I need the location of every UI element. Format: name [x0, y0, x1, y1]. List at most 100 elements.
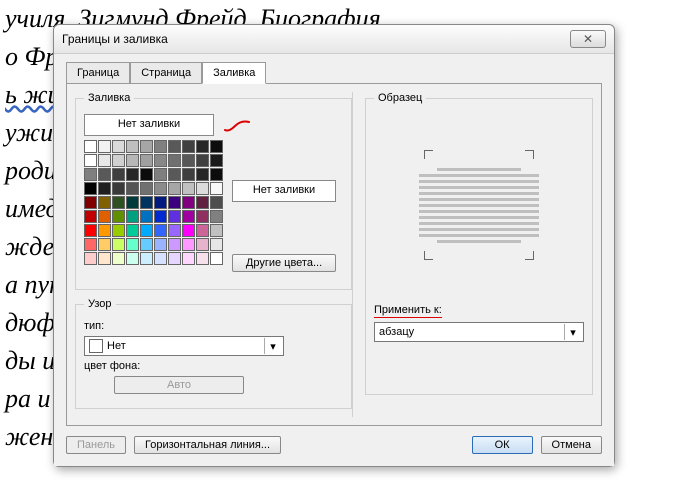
color-swatch[interactable]	[112, 252, 125, 265]
color-swatch[interactable]	[140, 168, 153, 181]
color-swatch[interactable]	[154, 154, 167, 167]
color-swatch[interactable]	[98, 252, 111, 265]
color-swatch[interactable]	[126, 154, 139, 167]
cancel-button[interactable]: Отмена	[541, 436, 602, 454]
color-swatch[interactable]	[196, 140, 209, 153]
color-swatch[interactable]	[98, 238, 111, 251]
color-swatch[interactable]	[168, 168, 181, 181]
color-swatch[interactable]	[168, 140, 181, 153]
color-swatch[interactable]	[112, 182, 125, 195]
more-colors-button[interactable]: Другие цвета...	[232, 254, 336, 272]
color-swatch[interactable]	[140, 224, 153, 237]
color-swatch[interactable]	[210, 154, 223, 167]
color-swatch[interactable]	[196, 182, 209, 195]
color-swatch[interactable]	[112, 196, 125, 209]
apply-to-select[interactable]: абзацу ▾	[374, 322, 584, 342]
color-swatch[interactable]	[98, 140, 111, 153]
color-swatch[interactable]	[140, 140, 153, 153]
color-swatch[interactable]	[168, 182, 181, 195]
color-swatch[interactable]	[84, 168, 97, 181]
pattern-type-select[interactable]: Нет ▾	[84, 336, 284, 356]
color-swatch[interactable]	[112, 140, 125, 153]
color-swatch[interactable]	[168, 210, 181, 223]
color-swatch[interactable]	[154, 168, 167, 181]
color-swatch[interactable]	[196, 210, 209, 223]
color-swatch[interactable]	[196, 196, 209, 209]
color-swatch[interactable]	[210, 182, 223, 195]
color-swatch[interactable]	[98, 210, 111, 223]
color-swatch[interactable]	[140, 154, 153, 167]
color-swatch[interactable]	[126, 168, 139, 181]
color-swatch[interactable]	[210, 252, 223, 265]
color-swatch[interactable]	[84, 238, 97, 251]
color-swatch[interactable]	[182, 210, 195, 223]
titlebar[interactable]: Границы и заливка ✕	[54, 25, 614, 54]
color-swatch[interactable]	[154, 182, 167, 195]
color-swatch[interactable]	[210, 238, 223, 251]
color-swatch[interactable]	[154, 238, 167, 251]
color-swatch[interactable]	[154, 140, 167, 153]
color-swatch[interactable]	[98, 182, 111, 195]
color-swatch[interactable]	[196, 252, 209, 265]
color-swatch[interactable]	[168, 196, 181, 209]
color-swatch[interactable]	[182, 224, 195, 237]
color-swatch[interactable]	[182, 252, 195, 265]
color-swatch[interactable]	[168, 238, 181, 251]
color-swatch[interactable]	[182, 182, 195, 195]
color-swatch[interactable]	[126, 140, 139, 153]
color-swatch[interactable]	[84, 154, 97, 167]
tab-fill[interactable]: Заливка	[202, 62, 266, 84]
color-swatch[interactable]	[168, 154, 181, 167]
color-swatch[interactable]	[126, 224, 139, 237]
color-swatch[interactable]	[210, 168, 223, 181]
color-swatch[interactable]	[182, 140, 195, 153]
color-swatch[interactable]	[210, 196, 223, 209]
color-swatch[interactable]	[154, 196, 167, 209]
horizontal-line-button[interactable]: Горизонтальная линия...	[134, 436, 281, 454]
color-swatch[interactable]	[196, 238, 209, 251]
tab-border[interactable]: Граница	[66, 62, 130, 84]
color-swatch[interactable]	[84, 182, 97, 195]
color-swatch[interactable]	[84, 224, 97, 237]
color-swatch[interactable]	[126, 182, 139, 195]
color-swatch[interactable]	[98, 154, 111, 167]
color-swatch[interactable]	[112, 238, 125, 251]
color-swatch[interactable]	[154, 210, 167, 223]
color-swatch[interactable]	[196, 168, 209, 181]
color-swatch[interactable]	[196, 154, 209, 167]
color-swatch[interactable]	[168, 224, 181, 237]
color-swatch[interactable]	[126, 238, 139, 251]
color-swatch[interactable]	[140, 210, 153, 223]
color-swatch[interactable]	[84, 140, 97, 153]
color-swatch[interactable]	[210, 140, 223, 153]
color-swatch[interactable]	[126, 252, 139, 265]
color-swatch[interactable]	[112, 154, 125, 167]
no-fill-button[interactable]: Нет заливки	[84, 114, 214, 136]
color-swatch[interactable]	[126, 196, 139, 209]
color-swatch[interactable]	[154, 224, 167, 237]
color-swatch[interactable]	[154, 252, 167, 265]
color-swatch[interactable]	[98, 196, 111, 209]
close-button[interactable]: ✕	[570, 30, 606, 48]
color-swatch[interactable]	[98, 224, 111, 237]
color-swatch[interactable]	[84, 252, 97, 265]
color-swatch[interactable]	[168, 252, 181, 265]
color-swatch[interactable]	[112, 210, 125, 223]
color-swatch[interactable]	[140, 182, 153, 195]
color-swatch[interactable]	[112, 168, 125, 181]
color-swatch[interactable]	[84, 210, 97, 223]
tab-page[interactable]: Страница	[130, 62, 202, 84]
color-swatch[interactable]	[182, 196, 195, 209]
color-swatch[interactable]	[196, 224, 209, 237]
color-swatch[interactable]	[140, 238, 153, 251]
color-swatch[interactable]	[126, 210, 139, 223]
color-swatch[interactable]	[182, 168, 195, 181]
color-swatch[interactable]	[182, 154, 195, 167]
color-swatch[interactable]	[84, 196, 97, 209]
color-swatch[interactable]	[210, 224, 223, 237]
color-swatch[interactable]	[112, 224, 125, 237]
color-swatch[interactable]	[140, 196, 153, 209]
color-swatch[interactable]	[182, 238, 195, 251]
ok-button[interactable]: ОК	[472, 436, 533, 454]
color-swatch[interactable]	[140, 252, 153, 265]
